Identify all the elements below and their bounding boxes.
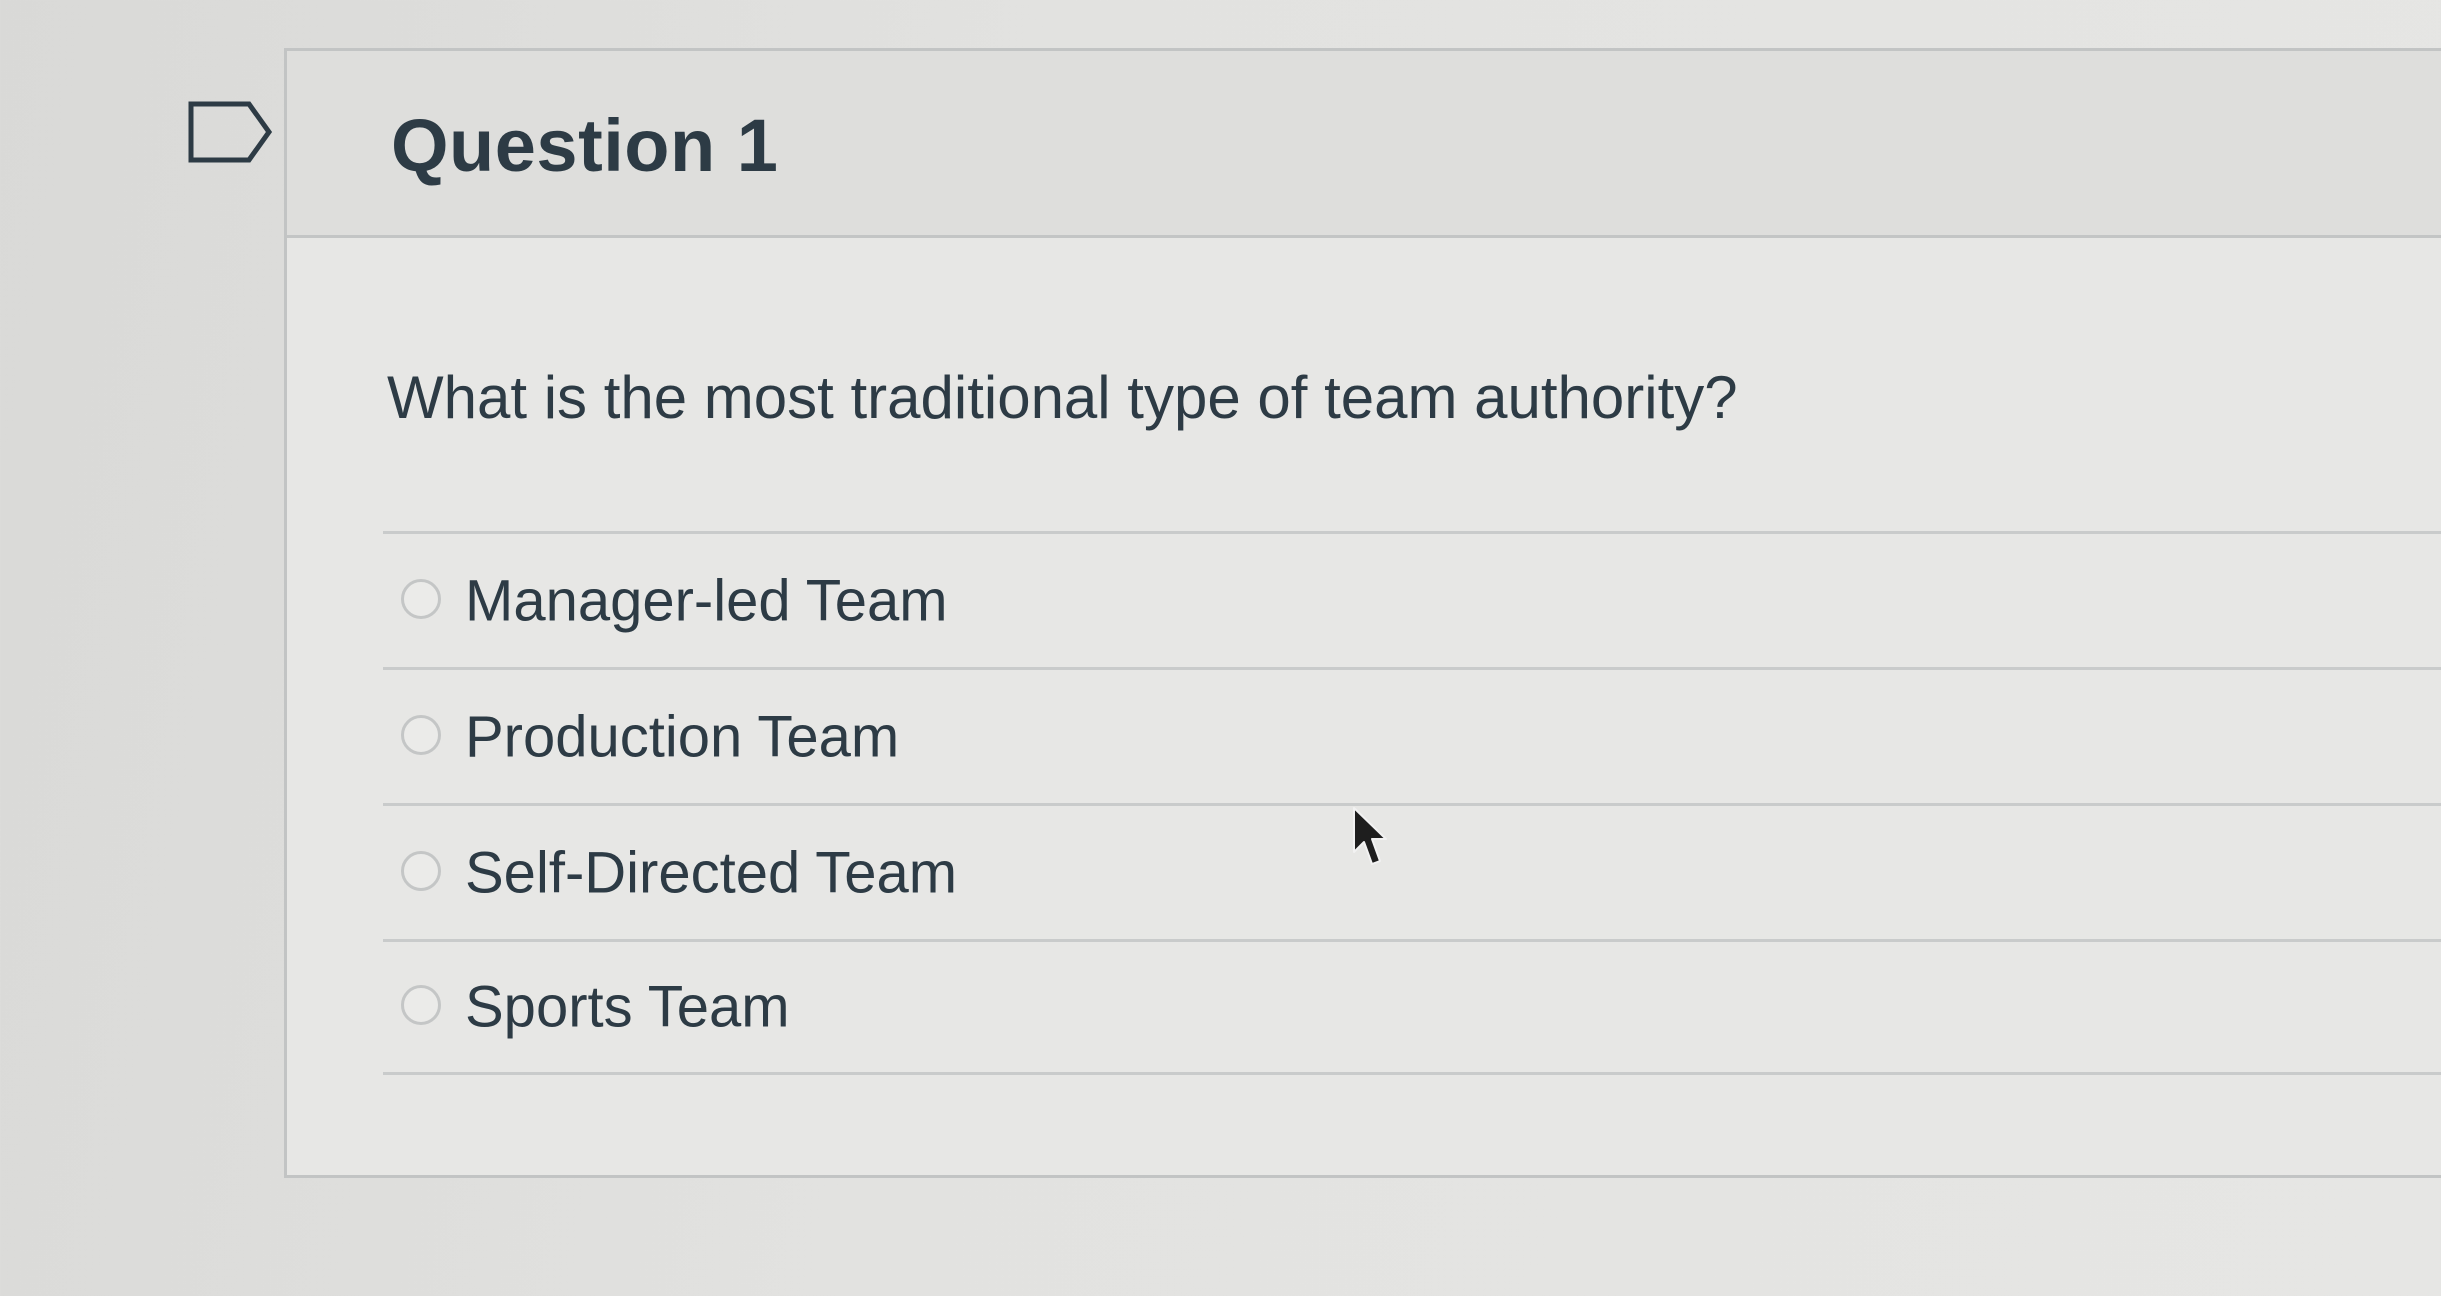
answer-option-self-directed-team[interactable]: Self-Directed Team	[383, 803, 2441, 939]
answer-label[interactable]: Production Team	[465, 703, 899, 770]
answer-label[interactable]: Manager-led Team	[465, 567, 948, 634]
radio-button[interactable]	[401, 714, 441, 755]
answer-label[interactable]: Self-Directed Team	[465, 839, 957, 906]
answer-option-production-team[interactable]: Production Team	[383, 667, 2441, 803]
question-header: Question 1	[287, 51, 2441, 238]
question-text: What is the most traditional type of tea…	[387, 364, 1738, 431]
answer-option-manager-led-team[interactable]: Manager-led Team	[383, 531, 2441, 667]
question-card: Question 1 What is the most traditional …	[284, 48, 2441, 1178]
radio-button[interactable]	[401, 850, 441, 891]
answer-list: Manager-led Team Production Team Self-Di…	[383, 531, 2441, 1075]
radio-button[interactable]	[401, 985, 441, 1025]
flag-question-icon[interactable]	[185, 100, 275, 164]
mouse-pointer-icon	[1352, 806, 1388, 870]
answer-option-sports-team[interactable]: Sports Team	[383, 939, 2441, 1075]
radio-button[interactable]	[401, 578, 441, 619]
answer-label[interactable]: Sports Team	[465, 974, 790, 1041]
question-title: Question 1	[391, 104, 779, 187]
